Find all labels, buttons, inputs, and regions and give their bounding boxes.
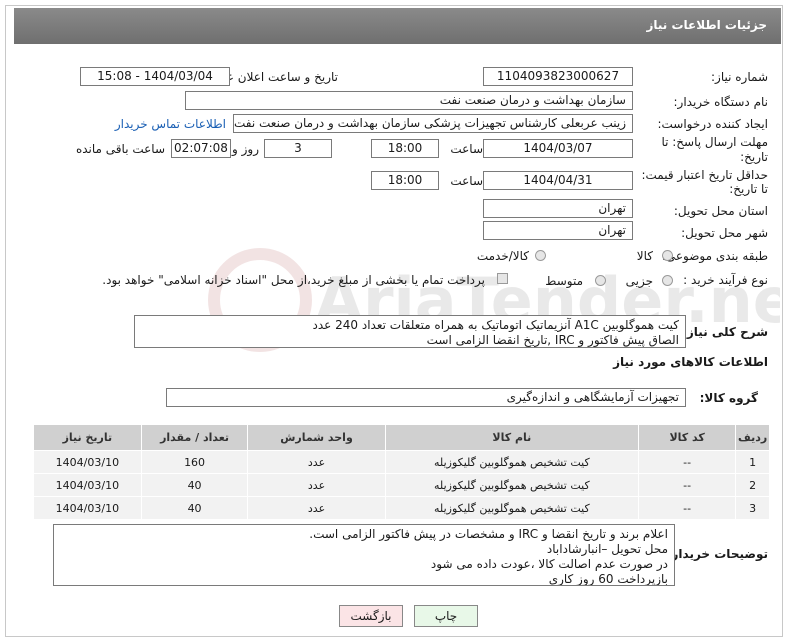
need-number-label: شماره نیاز:	[711, 70, 768, 84]
cell-unit: عدد	[247, 496, 386, 520]
cell-date: 1404/03/10	[33, 496, 142, 520]
table-row: 1 -- کیت تشخیص هموگلوبین گلیکوزیله عدد 1…	[33, 450, 770, 474]
city-label: شهر محل تحویل:	[681, 226, 768, 240]
items-table: ردیف کد کالا نام کالا واحد شمارش تعداد /…	[33, 424, 770, 520]
cell-qty: 40	[140, 496, 249, 520]
deadline-time-label: ساعت	[450, 142, 483, 156]
col-row: ردیف	[735, 424, 770, 451]
col-name: نام کالا	[384, 424, 640, 451]
cell-name: کیت تشخیص هموگلوبین گلیکوزیله	[384, 473, 640, 497]
validity-date-label: تا تاریخ:	[729, 182, 768, 196]
category-option-goods: کالا	[636, 249, 653, 263]
goods-group-field: تجهیزات آزمایشگاهی و اندازه‌گیری	[166, 388, 686, 407]
summary-line-1: کیت هموگلوبین A1C آنزیماتیک اتوماتیک به …	[312, 318, 679, 332]
category-label: طبقه بندی موضوعی:	[661, 249, 768, 263]
creator-field: زینب عربعلی کارشناس تجهیزات پزشکی سازمان…	[233, 114, 633, 133]
goods-section-title: اطلاعات کالاهای مورد نیاز	[613, 355, 768, 369]
items-table-header: ردیف کد کالا نام کالا واحد شمارش تعداد /…	[33, 424, 770, 451]
category-radio-goods-service[interactable]	[535, 250, 546, 261]
table-row: 3 -- کیت تشخیص هموگلوبین گلیکوزیله عدد 4…	[33, 496, 770, 520]
cell-row: 2	[735, 473, 770, 497]
cell-code: --	[638, 450, 737, 474]
treasury-payment-checkbox[interactable]	[497, 273, 508, 284]
cell-qty: 40	[140, 473, 249, 497]
buyer-note-line: اعلام برند و تاریخ انقضا و IRC و مشخصات …	[309, 527, 668, 541]
deadline-time-field: 18:00	[371, 139, 439, 158]
remaining-time-label: ساعت باقی مانده	[75, 142, 165, 156]
cell-name: کیت تشخیص هموگلوبین گلیکوزیله	[384, 496, 640, 520]
col-unit: واحد شمارش	[247, 424, 386, 451]
summary-line-2: الصاق پیش فاکتور و IRC ,تاریخ انقضا الزا…	[426, 333, 679, 347]
table-row: 2 -- کیت تشخیص هموگلوبین گلیکوزیله عدد 4…	[33, 473, 770, 497]
announce-field: 1404/03/04 - 15:08	[80, 67, 230, 86]
deadline-label: مهلت ارسال پاسخ: تا	[661, 135, 768, 149]
need-number-field: 1104093823000627	[483, 67, 633, 86]
validity-date-field: 1404/04/31	[483, 171, 633, 190]
print-button[interactable]: چاپ	[414, 605, 478, 627]
summary-textbox: کیت هموگلوبین A1C آنزیماتیک اتوماتیک به …	[134, 315, 686, 348]
col-code: کد کالا	[638, 424, 737, 451]
cell-code: --	[638, 473, 737, 497]
city-field: تهران	[483, 221, 633, 240]
page-title: جزئیات اطلاعات نیاز	[14, 8, 781, 44]
goods-group-label: گروه کالا:	[699, 391, 758, 405]
province-field: تهران	[483, 199, 633, 218]
cell-row: 1	[735, 450, 770, 474]
validity-time-label: ساعت	[450, 174, 483, 188]
cell-date: 1404/03/10	[33, 450, 142, 474]
buyer-notes-textbox: اعلام برند و تاریخ انقضا و IRC و مشخصات …	[53, 524, 675, 586]
process-option-minor: جزیی	[625, 274, 653, 288]
cell-date: 1404/03/10	[33, 473, 142, 497]
category-radio-goods[interactable]	[662, 250, 673, 261]
province-label: استان محل تحویل:	[673, 204, 768, 218]
deadline-date-label: تاریخ:	[740, 150, 768, 164]
deadline-date-field: 1404/03/07	[483, 139, 633, 158]
days-field: 3	[264, 139, 332, 158]
buyer-note-line: در صورت عدم اصالت کالا ،عودت داده می شود	[430, 557, 668, 571]
summary-label: شرح کلی نیاز:	[682, 325, 768, 339]
buyer-org-label: نام دستگاه خریدار:	[673, 95, 769, 109]
creator-label: ایجاد کننده درخواست:	[657, 117, 768, 131]
cell-code: --	[638, 496, 737, 520]
buyer-org-field: سازمان بهداشت و درمان صنعت نفت	[185, 91, 633, 110]
validity-label: حداقل تاریخ اعتبار قیمت:	[641, 168, 768, 182]
treasury-payment-note: پرداخت تمام یا بخشی از مبلغ خرید،از محل …	[102, 273, 485, 287]
cell-row: 3	[735, 496, 770, 520]
remaining-time-field: 02:07:08	[171, 139, 231, 158]
process-label: نوع فرآیند خرید :	[683, 273, 768, 287]
process-radio-minor[interactable]	[662, 275, 673, 286]
process-radio-medium[interactable]	[595, 275, 606, 286]
buyer-note-line: محل تحویل –انبارشاداباد	[546, 542, 668, 556]
buyer-contact-link[interactable]: اطلاعات تماس خریدار	[115, 117, 226, 131]
category-option-goods-service: کالا/خدمت	[476, 249, 529, 263]
process-option-medium: متوسط	[545, 274, 583, 288]
cell-unit: عدد	[247, 450, 386, 474]
validity-time-field: 18:00	[371, 171, 439, 190]
cell-name: کیت تشخیص هموگلوبین گلیکوزیله	[384, 450, 640, 474]
days-label: روز و	[232, 142, 259, 156]
cell-unit: عدد	[247, 473, 386, 497]
col-qty: تعداد / مقدار	[140, 424, 249, 451]
cell-qty: 160	[140, 450, 249, 474]
buyer-notes-label: توضیحات خریدار:	[666, 547, 768, 561]
back-button[interactable]: بازگشت	[339, 605, 403, 627]
buyer-note-line: بازپرداخت 60 روز کاری	[548, 572, 668, 586]
col-date: تاریخ نیاز	[33, 424, 142, 451]
